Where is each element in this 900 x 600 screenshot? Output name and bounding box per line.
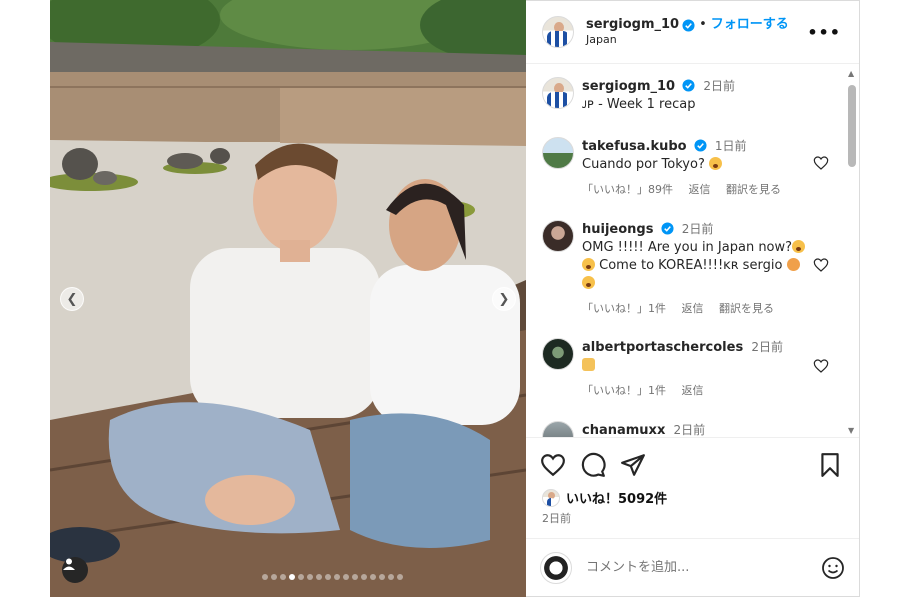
save-bookmark-icon[interactable] (817, 452, 843, 478)
avatar[interactable] (542, 137, 574, 169)
comment-item: takefusa.kubo 1日前 Cuando por Tokyo? 「いいね… (542, 137, 835, 199)
comment-username[interactable]: takefusa.kubo (582, 139, 687, 154)
carousel-dot (288, 574, 295, 580)
post-header: sergiogm_10 • フォローする Japan ••• (526, 1, 859, 64)
comment-username[interactable]: huijeongs (582, 222, 653, 237)
like-comment-heart-icon[interactable] (813, 155, 829, 171)
carousel-dot (279, 574, 286, 580)
scrollbar-thumb[interactable] (848, 85, 856, 167)
carousel-dot (306, 574, 313, 580)
comment-input[interactable] (586, 560, 821, 575)
carousel-dot (351, 574, 358, 580)
previous-slide-button[interactable]: ❮ (60, 287, 84, 311)
caption-time: 2日前 (703, 79, 736, 93)
comment-text: Cuando por Tokyo? (582, 157, 705, 172)
post-author-username[interactable]: sergiogm_10 (586, 17, 679, 33)
verified-badge-icon (682, 79, 695, 92)
share-paper-plane-icon[interactable] (620, 452, 646, 478)
comment-likes-count[interactable]: 「いいね！」1件 (582, 302, 666, 315)
comments-scrollbar[interactable]: ▲ ▼ (847, 69, 857, 435)
comment-time: 2日前 (751, 340, 783, 354)
verified-badge-icon (661, 222, 674, 235)
comment-item: chanamuxx 2日前 (542, 421, 835, 437)
carousel-dot (324, 574, 331, 580)
comment-text-line1: OMG !!!!! Are you in Japan now? (582, 240, 793, 255)
reply-button[interactable]: 返信 (689, 183, 711, 196)
add-comment-bar (526, 538, 859, 596)
avatar (540, 551, 572, 584)
scroll-up-arrow-icon[interactable]: ▲ (848, 69, 854, 78)
more-options-button[interactable]: ••• (807, 23, 841, 42)
verified-badge-icon (682, 19, 695, 32)
carousel-dot (261, 574, 268, 580)
scroll-down-arrow-icon[interactable]: ▼ (848, 426, 854, 435)
user-icon (63, 558, 75, 570)
shocked-face-icon (582, 258, 595, 271)
post-photo[interactable]: ❮ ❯ (50, 0, 526, 597)
chevron-right-icon: ❯ (498, 291, 510, 307)
carousel-dot (369, 574, 376, 580)
translate-button[interactable]: 翻訳を見る (719, 302, 774, 315)
comment-time: 2日前 (681, 222, 714, 236)
comment-time: 2日前 (673, 423, 706, 437)
comment-likes-count[interactable]: 「いいね！」1件 (582, 384, 666, 397)
like-comment-heart-icon[interactable] (813, 257, 829, 273)
shocked-face-icon (792, 240, 806, 253)
carousel-dot (333, 574, 340, 580)
comment-text-line2: Come to KOREA!!!!ᴋʀ sergio (599, 258, 783, 273)
carousel-dot (360, 574, 367, 580)
carousel-dot (315, 574, 322, 580)
emoji-icon[interactable] (821, 556, 845, 580)
caption-text: ᴊᴘ - Week 1 recap (582, 97, 696, 112)
avatar (542, 488, 560, 507)
shocked-face-icon (582, 276, 595, 289)
comment-username[interactable]: albertportaschercoles (582, 340, 743, 355)
carousel-dot (270, 574, 277, 580)
likes-summary[interactable]: いいね！5092件 (542, 488, 667, 507)
comment-likes-count[interactable]: 「いいね！」89件 (582, 183, 673, 196)
chevron-left-icon: ❮ (66, 291, 78, 307)
clapping-hands-icon (582, 358, 595, 371)
caption-username[interactable]: sergiogm_10 (582, 79, 675, 94)
carousel-dot (396, 574, 403, 580)
avatar[interactable] (542, 16, 574, 48)
post-detail-panel: sergiogm_10 • フォローする Japan ••• sergiogm_… (526, 0, 860, 597)
pleading-face-icon (786, 258, 800, 271)
like-comment-heart-icon[interactable] (813, 358, 829, 374)
avatar[interactable] (542, 421, 574, 437)
reply-button[interactable]: 返信 (682, 384, 704, 397)
carousel-dot (342, 574, 349, 580)
photo-scene (50, 0, 526, 597)
follow-button[interactable]: フォローする (711, 17, 789, 33)
avatar[interactable] (542, 338, 574, 370)
comment-time: 1日前 (714, 139, 747, 153)
carousel-dot (297, 574, 304, 580)
comment-username[interactable]: chanamuxx (582, 423, 665, 437)
comment-item: albertportaschercoles 2日前 「いいね！」1件 返信 (542, 338, 835, 400)
next-slide-button[interactable]: ❯ (492, 287, 516, 311)
post-location[interactable]: Japan (586, 33, 789, 47)
comments-list[interactable]: sergiogm_10 2日前 ᴊᴘ - Week 1 recap takefu… (526, 65, 859, 437)
reply-button[interactable]: 返信 (682, 302, 704, 315)
shocked-face-icon (708, 157, 722, 170)
like-heart-icon[interactable] (540, 452, 566, 478)
post-timestamp: 2日前 (542, 512, 571, 525)
comment-item: huijeongs 2日前 OMG !!!!! Are you in Japan… (542, 220, 835, 318)
carousel-dot (387, 574, 394, 580)
likes-count[interactable]: いいね！5092件 (566, 488, 667, 507)
verified-badge-icon (694, 139, 707, 152)
comment-bubble-icon[interactable] (580, 452, 606, 478)
carousel-dot (378, 574, 385, 580)
carousel-indicator (50, 574, 526, 580)
post-actions: いいね！5092件 2日前 (526, 437, 859, 537)
separator: • (699, 17, 707, 32)
caption: sergiogm_10 2日前 ᴊᴘ - Week 1 recap (542, 77, 835, 114)
avatar[interactable] (542, 77, 574, 109)
avatar[interactable] (542, 220, 574, 252)
translate-button[interactable]: 翻訳を見る (726, 183, 781, 196)
